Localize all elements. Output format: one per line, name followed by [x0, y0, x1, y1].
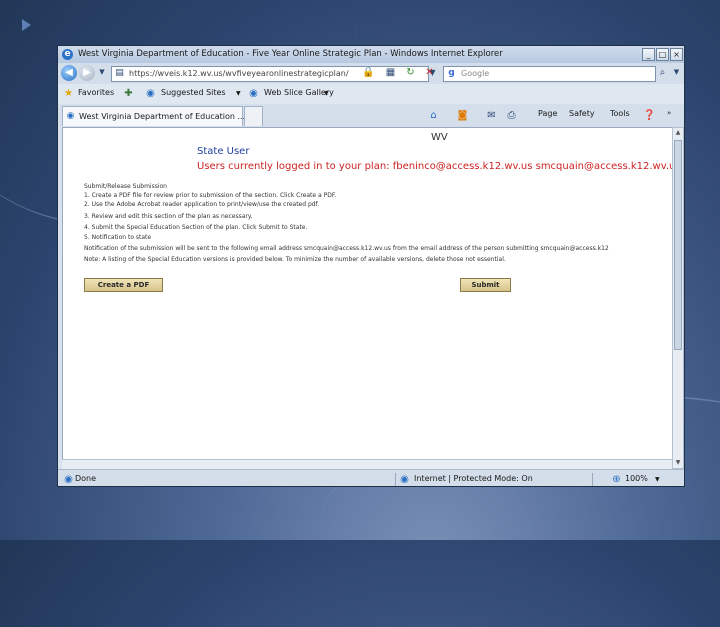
refresh-icon[interactable]: ↻	[403, 65, 418, 80]
step-1: 1. Create a PDF file for review prior to…	[84, 192, 337, 199]
address-text: https://wveis.k12.wv.us/wvfiveyearonline…	[129, 69, 349, 78]
lock-icon[interactable]: 🔒	[361, 65, 376, 80]
zoom-level[interactable]: 100%	[625, 474, 648, 483]
tab-title: West Virginia Department of Education ..…	[79, 112, 246, 121]
feeds-icon[interactable]: ◙	[455, 108, 470, 123]
security-zone[interactable]: Internet | Protected Mode: On	[414, 474, 533, 483]
back-button[interactable]: ◀	[61, 65, 77, 81]
step-3: 3. Review and edit this section of the p…	[84, 213, 253, 220]
web-slice-dropdown-icon[interactable]: ▼	[324, 90, 329, 97]
page-menu[interactable]: Page	[538, 109, 557, 118]
web-slice-icon: ◉	[249, 88, 258, 99]
search-placeholder: Google	[461, 69, 490, 78]
status-separator	[395, 473, 396, 486]
tools-menu[interactable]: Tools	[610, 109, 630, 118]
recent-pages-dropdown-icon[interactable]: ▼	[96, 65, 108, 80]
page-content: WV State User Users currently logged in …	[62, 127, 674, 471]
status-text: Done	[75, 474, 97, 483]
help-icon[interactable]: ❓	[642, 108, 657, 123]
close-window-button[interactable]: ×	[670, 48, 683, 61]
submit-button[interactable]: Submit	[460, 278, 511, 292]
scroll-down-icon[interactable]: ▼	[673, 458, 683, 468]
safety-menu[interactable]: Safety	[569, 109, 595, 118]
versions-note: Note: A listing of the Special Education…	[84, 256, 506, 263]
section-heading: Submit/Release Submission	[84, 183, 167, 190]
minimize-button[interactable]: _	[642, 48, 655, 61]
scroll-up-icon[interactable]: ▲	[673, 128, 683, 138]
stop-icon[interactable]: ✕	[422, 65, 437, 80]
favorites-star-icon: ★	[64, 88, 73, 99]
window-title: West Virginia Department of Education - …	[78, 49, 503, 59]
compatibility-view-icon[interactable]: ▦	[383, 65, 398, 80]
browser-window: e West Virginia Department of Education …	[57, 45, 685, 487]
vertical-scrollbar[interactable]: ▲ ▼	[672, 127, 684, 469]
status-bar: ◉ Done ◉ Internet | Protected Mode: On ⊕…	[58, 469, 684, 486]
tab-page-icon: ◉	[66, 111, 75, 121]
search-icon[interactable]: ⌕	[655, 65, 670, 80]
more-commands-chevron-icon[interactable]: »	[667, 109, 671, 117]
address-bar[interactable]: ▤ https://wveis.k12.wv.us/wvfiveyearonli…	[111, 66, 429, 82]
navigation-bar: ◀ ▶ ▼ ▤ https://wveis.k12.wv.us/wvfiveye…	[58, 63, 684, 84]
tab-row: ◉ West Virginia Department of Education …	[58, 104, 684, 127]
home-icon[interactable]: ⌂	[426, 108, 441, 123]
logged-in-users: Users currently logged in to your plan: …	[197, 161, 674, 172]
print-icon[interactable]: ⎙	[504, 108, 519, 123]
google-icon: g	[448, 68, 455, 78]
step-4: 4. Submit the Special Education Section …	[84, 224, 308, 231]
maximize-button[interactable]: □	[656, 48, 669, 61]
page-icon: ▤	[115, 68, 124, 78]
search-options-dropdown-icon[interactable]: ▼	[669, 65, 684, 80]
zoom-icon: ⊕	[612, 474, 621, 485]
user-role: State User	[197, 146, 250, 157]
suggested-sites-link[interactable]: Suggested Sites	[161, 88, 226, 97]
step-2: 2. Use the Adobe Acrobat reader applicat…	[84, 201, 320, 208]
zoom-dropdown-icon[interactable]: ▼	[655, 476, 660, 483]
step-5: 5. Notification to state	[84, 234, 152, 241]
favorites-bar: ★ Favorites ✚ ◉ Suggested Sites ▼ ◉ Web …	[58, 84, 684, 105]
read-mail-icon[interactable]: ✉	[484, 108, 499, 123]
slide-bullet-icon	[22, 19, 31, 31]
state-label: WV	[431, 132, 448, 143]
scrollbar-thumb[interactable]	[674, 140, 682, 350]
favorites-button[interactable]: Favorites	[78, 88, 114, 97]
internet-zone-icon: ◉	[400, 474, 409, 485]
create-pdf-button[interactable]: Create a PDF	[84, 278, 163, 292]
status-separator-2	[592, 473, 593, 486]
status-page-icon: ◉	[64, 474, 73, 485]
search-box[interactable]: g Google	[443, 66, 656, 82]
suggested-sites-dropdown-icon[interactable]: ▼	[236, 90, 241, 97]
ie-logo-icon: e	[62, 49, 73, 60]
tab-active[interactable]: ◉ West Virginia Department of Education …	[62, 106, 246, 126]
suggested-sites-icon: ◉	[146, 88, 155, 99]
title-bar: e West Virginia Department of Education …	[58, 46, 684, 63]
notification-note: Notification of the submission will be s…	[84, 245, 609, 252]
add-favorite-icon[interactable]: ✚	[121, 86, 136, 101]
forward-button[interactable]: ▶	[79, 65, 95, 81]
new-tab-button[interactable]	[244, 106, 263, 126]
